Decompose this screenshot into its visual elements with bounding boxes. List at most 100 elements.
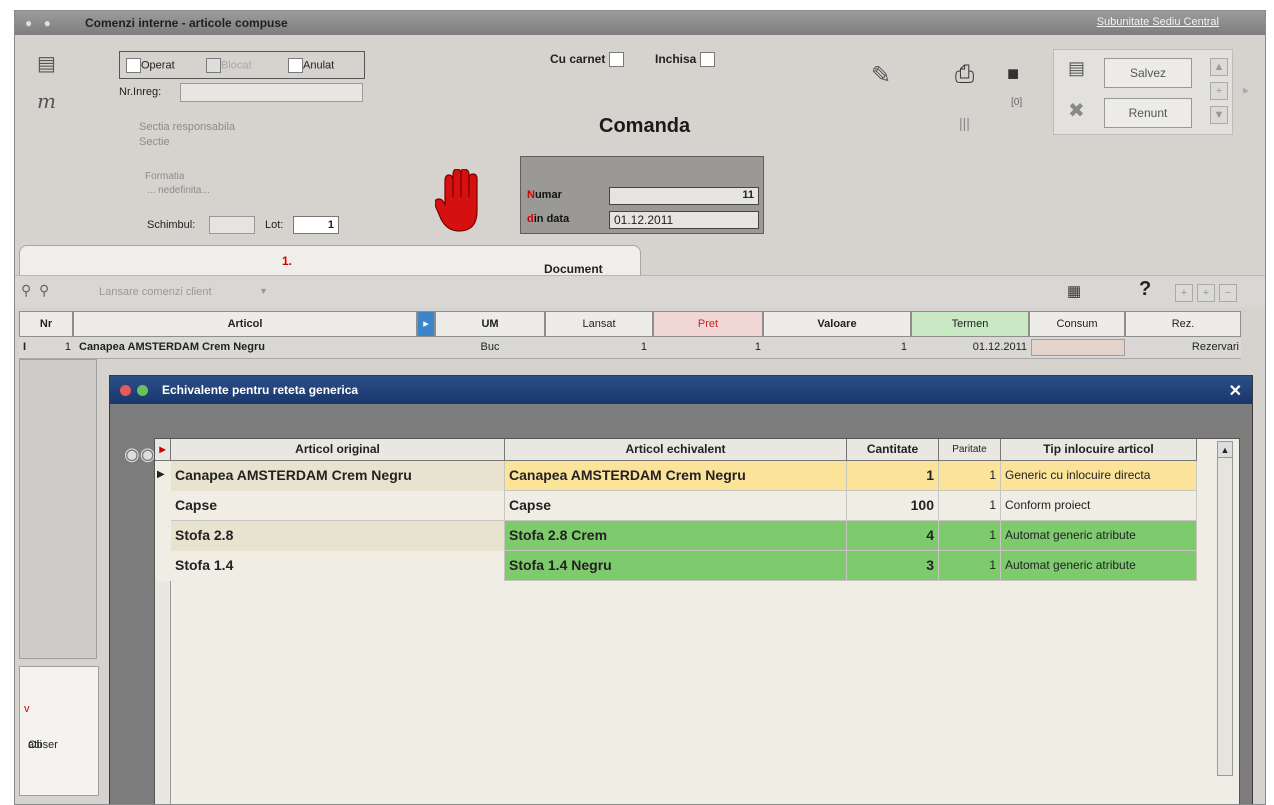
- table-row[interactable]: Stofa 1.4 Stofa 1.4 Negru 3 1 Automat ge…: [171, 551, 1197, 581]
- vertical-scrollbar[interactable]: ▲: [1217, 441, 1233, 776]
- col-termen[interactable]: Termen: [911, 311, 1029, 337]
- cell-echivalent: Canapea AMSTERDAM Crem Negru: [505, 461, 847, 491]
- formatia-label: Formatia: [145, 171, 185, 182]
- din-data-label-first: d: [527, 213, 534, 225]
- row-um: Buc: [480, 341, 500, 353]
- inchisa-label: Inchisa: [655, 52, 697, 66]
- inchisa-option[interactable]: Inchisa: [655, 52, 715, 68]
- row-rez[interactable]: Rezervari: [1127, 337, 1239, 358]
- anulat-checkbox[interactable]: [288, 58, 303, 73]
- schimbul-label: Schimbul:: [147, 219, 196, 231]
- grid-insert-icon[interactable]: +: [1197, 284, 1215, 302]
- table-row[interactable]: I 1 Canapea AMSTERDAM Crem Negru Buc 1 1…: [19, 337, 1241, 359]
- tab-number: 1.: [282, 254, 293, 268]
- cu-carnet-option[interactable]: Cu carnet: [550, 52, 624, 68]
- row-valoare: 1: [900, 341, 907, 353]
- formatia-value[interactable]: ... nedefinita...: [147, 185, 210, 196]
- row-lansat: 1: [640, 341, 647, 353]
- grid-toolbar: ⚲ ⚲ Lansare comenzi client ▼ ▦ ? + + −: [15, 275, 1265, 307]
- anulat-option[interactable]: Anulat: [288, 58, 334, 73]
- col-tip-inlocuire[interactable]: Tip inlocuire articol: [1001, 439, 1197, 461]
- dialog-close-dot-icon[interactable]: [120, 385, 131, 396]
- current-row-icon: ▶: [157, 469, 165, 480]
- col-nr[interactable]: Nr: [19, 311, 73, 337]
- blocat-option[interactable]: Blocat: [206, 58, 252, 73]
- col-consum[interactable]: Consum: [1029, 311, 1125, 337]
- cell-echivalent: Stofa 2.8 Crem: [505, 521, 847, 551]
- lot-input[interactable]: 1: [293, 216, 339, 234]
- window-title: Comenzi interne - articole compuse: [85, 16, 288, 30]
- save-disk-icon: ▤: [1068, 58, 1086, 78]
- grid-remove-icon[interactable]: −: [1219, 284, 1237, 302]
- subunit-link[interactable]: Subunitate Sediu Central: [1097, 16, 1219, 28]
- nav-up-icon[interactable]: ▲: [1210, 58, 1228, 76]
- col-articol[interactable]: Articol: [73, 311, 417, 337]
- tab-document[interactable]: 1. Document: [19, 245, 641, 276]
- operat-option[interactable]: Operat: [126, 58, 175, 73]
- document-title: Comanda: [599, 115, 691, 137]
- col-expand-icon[interactable]: ▸: [417, 311, 435, 337]
- search-advanced-icon[interactable]: ⚲: [39, 282, 49, 299]
- search-icon[interactable]: ⚲: [21, 282, 31, 299]
- row-consum[interactable]: [1031, 339, 1125, 356]
- col-um[interactable]: UM: [435, 311, 545, 337]
- operat-checkbox[interactable]: [126, 58, 141, 73]
- observatii-panel[interactable]: Obser v atii: [19, 666, 99, 796]
- expand-right-icon[interactable]: ▸: [1243, 83, 1249, 97]
- observatii-label: Obser v atii: [24, 703, 58, 751]
- cell-tip: Automat generic atribute: [1001, 551, 1197, 581]
- table-row[interactable]: Stofa 2.8 Stofa 2.8 Crem 4 1 Automat gen…: [171, 521, 1197, 551]
- lansare-label[interactable]: Lansare comenzi client: [99, 286, 212, 298]
- col-lansat[interactable]: Lansat: [545, 311, 653, 337]
- echivalente-dialog: Echivalente pentru reteta generica ✕ ◉◉ …: [109, 375, 1253, 804]
- lansare-dropdown-icon[interactable]: ▼: [259, 286, 268, 296]
- col-rez[interactable]: Rez.: [1125, 311, 1241, 337]
- columns-icon[interactable]: ▦: [1067, 282, 1081, 300]
- cu-carnet-checkbox[interactable]: [608, 52, 624, 68]
- col-cantitate[interactable]: Cantitate: [847, 439, 939, 461]
- tab-label: Document: [544, 262, 603, 276]
- col-articol-echivalent[interactable]: Articol echivalent: [505, 439, 847, 461]
- cancel-button[interactable]: Renunt: [1104, 98, 1192, 128]
- edit-form-icon[interactable]: ✎: [871, 61, 891, 90]
- numar-panel: Numar 11 din data 01.12.2011: [520, 156, 764, 234]
- col-valoare[interactable]: Valoare: [763, 311, 911, 337]
- table-row[interactable]: Capse Capse 100 1 Conform proiect: [171, 491, 1197, 521]
- schimbul-input[interactable]: [209, 216, 255, 234]
- cell-original: Stofa 1.4: [171, 551, 505, 581]
- books-icon[interactable]: ▤: [37, 51, 56, 76]
- cell-tip: Automat generic atribute: [1001, 521, 1197, 551]
- table-row[interactable]: Canapea AMSTERDAM Crem Negru Canapea AMS…: [171, 461, 1197, 491]
- nav-down-icon[interactable]: ▼: [1210, 106, 1228, 124]
- din-data-input[interactable]: 01.12.2011: [609, 211, 759, 229]
- row-indicator-icon: I: [23, 341, 27, 353]
- folder-icon[interactable]: ■: [1007, 63, 1019, 86]
- close-icon[interactable]: ✕: [1229, 381, 1242, 401]
- scroll-up-icon[interactable]: ▲: [1218, 442, 1232, 458]
- m-letter-icon[interactable]: m: [37, 89, 56, 113]
- nrinreg-input[interactable]: [180, 83, 363, 102]
- help-icon[interactable]: ?: [1139, 278, 1151, 301]
- col-articol-original[interactable]: Articol original: [171, 439, 505, 461]
- dialog-min-dot-icon[interactable]: [137, 385, 148, 396]
- save-button[interactable]: Salvez: [1104, 58, 1192, 88]
- observatii-label-highlight: v: [24, 703, 30, 715]
- binoculars-icon[interactable]: ◉◉: [124, 444, 155, 465]
- col-paritate[interactable]: Paritate: [939, 439, 1001, 461]
- inchisa-checkbox[interactable]: [699, 52, 715, 68]
- grid-marker-icon: ▸: [155, 439, 171, 461]
- printer-icon[interactable]: ⎙: [955, 61, 974, 89]
- numar-input[interactable]: 11: [609, 187, 759, 205]
- barcode-icon[interactable]: |||: [959, 115, 970, 131]
- row-nr: 1: [64, 341, 71, 353]
- blocat-checkbox[interactable]: [206, 58, 221, 73]
- numar-label: Numar: [527, 189, 562, 201]
- window-controls-icon[interactable]: ● ●: [25, 16, 55, 30]
- cell-echivalent: Stofa 1.4 Negru: [505, 551, 847, 581]
- col-pret[interactable]: Pret: [653, 311, 763, 337]
- cell-original: Stofa 2.8: [171, 521, 505, 551]
- row-header-strip: [155, 581, 171, 804]
- nav-add-icon[interactable]: +: [1210, 82, 1228, 100]
- grid-add-icon[interactable]: +: [1175, 284, 1193, 302]
- tab-document-label: 1. Document: [282, 254, 603, 276]
